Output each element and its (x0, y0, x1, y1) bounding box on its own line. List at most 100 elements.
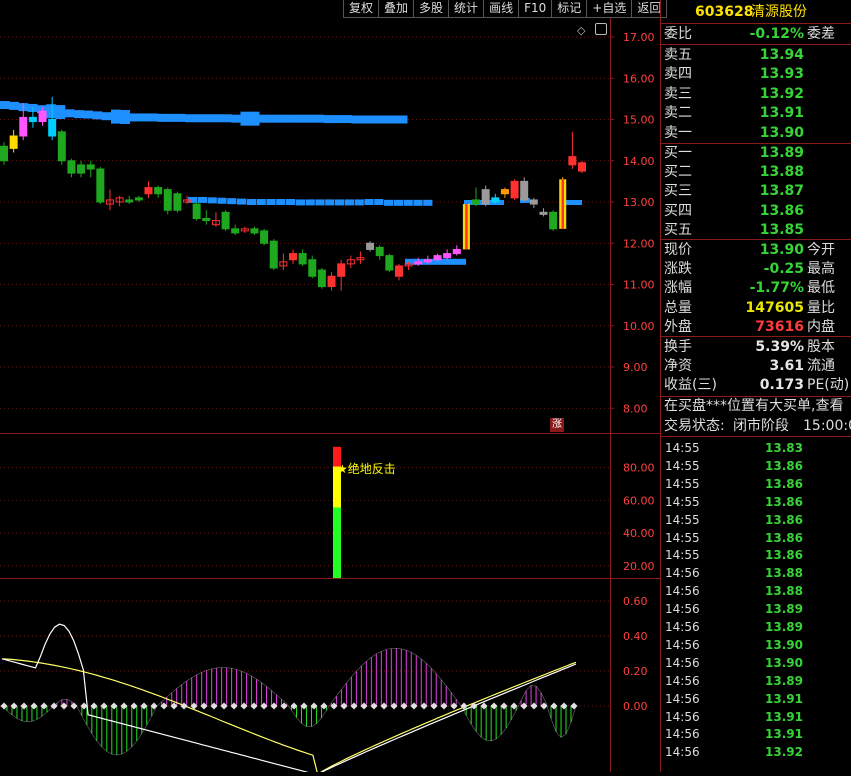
tick-price: 13.86 (765, 530, 803, 545)
fundamental-row-value: 0.173 (759, 377, 804, 394)
ask-row: 卖二 13.91 (661, 104, 851, 123)
macd-tick-label: 0.20 (623, 665, 648, 678)
ma-upper-segment (203, 114, 214, 123)
candle-body (465, 204, 468, 250)
ask-row-value: 13.91 (759, 105, 804, 122)
candle-body (231, 228, 240, 234)
tick-price: 13.92 (765, 745, 803, 760)
kline-chart[interactable]: 17.00 16.00 15.00 14.00 13.00 12.00 11.00 10.00… (0, 0, 660, 776)
stock-header: 603628 清源股份 (661, 3, 851, 23)
stat-row-right-label: 量比 (807, 299, 835, 316)
chart-area[interactable]: 17.00 16.00 15.00 14.00 13.00 12.00 11.00 10.00… (0, 0, 660, 776)
ma-upper-segment (185, 114, 195, 123)
candle-body (433, 255, 442, 261)
tick-price: 13.86 (765, 494, 803, 509)
ma-lower-segment (276, 199, 286, 205)
candle-body (221, 211, 230, 230)
candle-body (19, 116, 28, 137)
ma-upper-segment (138, 113, 149, 122)
stat-row-label: 涨幅 (664, 280, 692, 297)
ma-lower-segment (384, 199, 394, 206)
ma-upper-segment (175, 113, 186, 122)
ma-lower-segment (403, 199, 413, 206)
ma-upper-segment (74, 110, 84, 119)
candle-body (491, 197, 500, 203)
fundamental-row-label: 净资 (664, 358, 692, 375)
tick-time: 14:56 (665, 602, 700, 617)
tick-time: 14:56 (665, 566, 700, 581)
tick-time: 14:55 (665, 441, 700, 455)
stat-row-label: 总量 (664, 299, 692, 316)
ma-upper-segment (222, 114, 232, 123)
tick-row: 14:55 13.86 (661, 529, 851, 547)
ma-lower-segment (413, 199, 423, 206)
bid-row-value: 13.85 (759, 221, 804, 238)
candle-body (48, 119, 57, 137)
stat-row-right-label: 今开 (807, 242, 835, 258)
tick-price: 13.91 (765, 709, 803, 724)
tick-price: 13.89 (765, 602, 803, 617)
tick-time: 14:56 (665, 637, 700, 652)
price-tick-label: 10.00 (623, 320, 655, 333)
tick-price: 13.89 (765, 673, 803, 688)
ma-upper-segment (249, 111, 260, 126)
notice-row[interactable]: 在买盘***位置有大买单,查看 (661, 397, 851, 416)
tick-price: 13.83 (765, 441, 803, 455)
tick-time: 14:55 (665, 530, 700, 545)
candle-body (96, 168, 105, 203)
candle-body (500, 189, 509, 195)
ask-row: 卖一 13.90 (661, 124, 851, 143)
ma-upper-segment (83, 110, 93, 119)
stat-row-right-label: 最低 (807, 280, 835, 297)
tick-time: 14:56 (665, 727, 700, 742)
ma-upper-segment (157, 113, 167, 122)
ma-upper-segment (55, 105, 66, 120)
bid-row-label: 买一 (664, 145, 692, 161)
candle-body (481, 189, 490, 205)
divider (661, 336, 851, 337)
bid-row-value: 13.89 (759, 145, 804, 161)
candle-body (414, 261, 423, 265)
ma-upper-segment (231, 114, 241, 123)
ma-upper-segment (360, 115, 371, 124)
candle-body (539, 211, 548, 215)
candle-body (578, 162, 586, 172)
ask-row-label: 卖四 (664, 66, 692, 83)
candle-body (327, 275, 336, 288)
ma-upper-segment (370, 115, 380, 124)
tick-price: 13.90 (765, 655, 803, 670)
window-toggle-icon[interactable] (595, 23, 607, 35)
tick-price: 13.86 (765, 548, 803, 563)
diamond-icon[interactable]: ◇ (577, 24, 585, 37)
stat-row-right-label: 最高 (807, 261, 835, 278)
bid-row: 买五 13.85 (661, 221, 851, 240)
tick-row: 14:56 13.92 (661, 743, 851, 761)
bid-row-label: 买五 (664, 221, 692, 238)
candle-body (423, 259, 432, 263)
candle-body (144, 187, 153, 195)
bid-row-value: 13.87 (759, 183, 804, 200)
ma-lower-segment (572, 200, 582, 205)
stock-code: 603628 (695, 4, 754, 20)
candle-body (289, 253, 297, 261)
divider (661, 44, 851, 45)
ma-upper-segment (277, 114, 288, 123)
stat-row-value: 147605 (745, 299, 804, 316)
macd-zero-marker (570, 702, 578, 710)
tick-time: 14:56 (665, 655, 700, 670)
tick-row: 14:55 13.86 (661, 546, 851, 564)
weibi-row: 委比 -0.12% 委差 (661, 25, 851, 44)
candle-body (452, 248, 461, 255)
candle-body (86, 164, 95, 170)
candle-body (510, 180, 519, 199)
ma-upper-segment (240, 111, 251, 126)
ma-lower-segment (286, 199, 296, 205)
candle-body (134, 197, 143, 201)
tick-price: 13.91 (765, 691, 803, 706)
tick-time: 14:55 (665, 512, 700, 527)
candle-body (163, 189, 172, 211)
ma-upper-segment (111, 109, 121, 124)
tick-price: 13.88 (765, 566, 803, 581)
candle-body (366, 242, 375, 250)
ma-upper-segment (397, 115, 408, 124)
